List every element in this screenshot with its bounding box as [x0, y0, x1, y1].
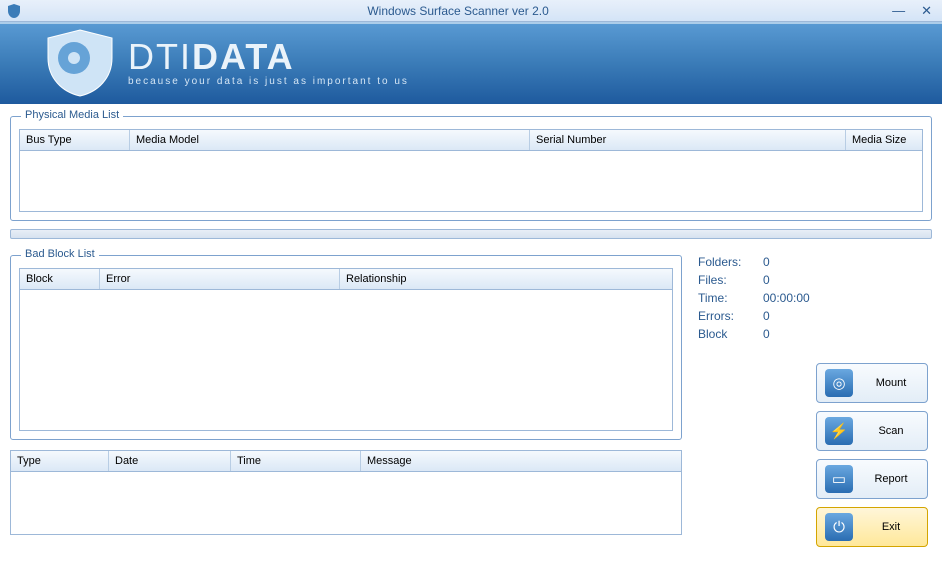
col-date[interactable]: Date [109, 451, 231, 471]
col-media-model[interactable]: Media Model [130, 130, 530, 150]
stat-folders-value: 0 [763, 255, 770, 269]
col-message[interactable]: Message [361, 451, 681, 471]
bad-block-body [20, 290, 672, 430]
book-icon: ▭ [825, 465, 853, 493]
col-time[interactable]: Time [231, 451, 361, 471]
bad-block-group: Bad Block List Block Error Relationship [10, 255, 682, 440]
col-media-size[interactable]: Media Size [846, 130, 922, 150]
progress-bar [10, 229, 932, 239]
log-body [11, 472, 681, 534]
stat-block-value: 0 [763, 327, 770, 341]
stat-errors-value: 0 [763, 309, 770, 323]
col-type[interactable]: Type [11, 451, 109, 471]
stat-time-label: Time: [698, 291, 753, 305]
bad-block-title: Bad Block List [21, 248, 99, 260]
bad-block-table[interactable]: Block Error Relationship [19, 268, 673, 431]
exit-button[interactable]: ⏻ Exit [816, 507, 928, 547]
mount-button[interactable]: ◎ Mount [816, 363, 928, 403]
col-error[interactable]: Error [100, 269, 340, 289]
stat-files-label: Files: [698, 273, 753, 287]
report-button[interactable]: ▭ Report [816, 459, 928, 499]
brand-name: DTIDATA [128, 39, 409, 75]
physical-media-table[interactable]: Bus Type Media Model Serial Number Media… [19, 129, 923, 212]
brand-tagline: because your data is just as important t… [128, 77, 409, 87]
window-title: Windows Surface Scanner ver 2.0 [28, 4, 888, 18]
stat-errors-label: Errors: [698, 309, 753, 323]
stat-files-value: 0 [763, 273, 770, 287]
log-table[interactable]: Type Date Time Message [10, 450, 682, 535]
lightning-icon: ⚡ [825, 417, 853, 445]
scan-button[interactable]: ⚡ Scan [816, 411, 928, 451]
app-icon [6, 3, 22, 19]
physical-media-title: Physical Media List [21, 109, 123, 121]
window-controls: — ✕ [888, 3, 936, 19]
physical-media-group: Physical Media List Bus Type Media Model… [10, 116, 932, 221]
col-bus-type[interactable]: Bus Type [20, 130, 130, 150]
shield-logo-icon [40, 28, 120, 98]
disc-icon: ◎ [825, 369, 853, 397]
brand-banner: DTIDATA because your data is just as imp… [0, 22, 942, 104]
col-block[interactable]: Block [20, 269, 100, 289]
stat-time-value: 00:00:00 [763, 291, 810, 305]
col-relationship[interactable]: Relationship [340, 269, 672, 289]
titlebar: Windows Surface Scanner ver 2.0 — ✕ [0, 0, 942, 22]
stat-folders-label: Folders: [698, 255, 753, 269]
close-button[interactable]: ✕ [917, 3, 936, 19]
col-serial-number[interactable]: Serial Number [530, 130, 846, 150]
physical-media-body [20, 151, 922, 211]
minimize-button[interactable]: — [888, 3, 909, 19]
power-icon: ⏻ [825, 513, 853, 541]
stats-panel: Folders: 0 Files: 0 Time: 00:00:00 Errors: 0… [692, 249, 932, 355]
stat-block-label: Block [698, 327, 753, 341]
